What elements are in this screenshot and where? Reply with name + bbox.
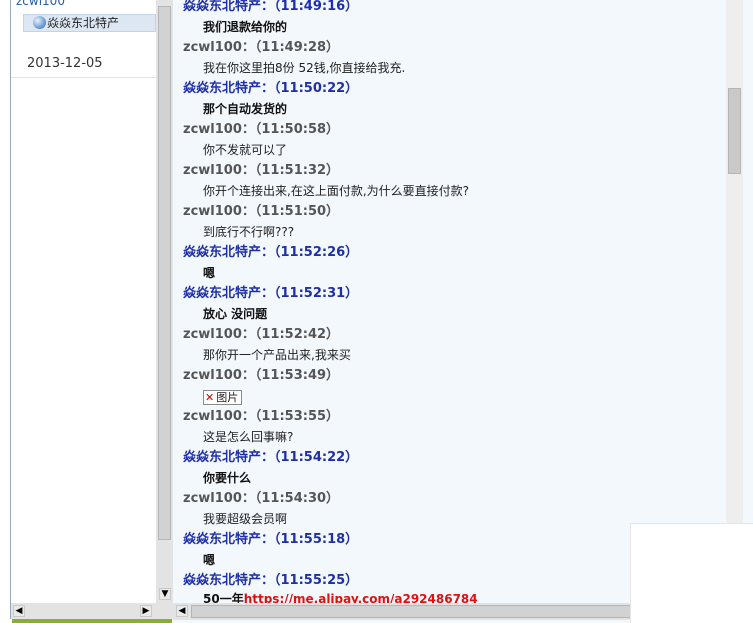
message-time: （11:52:26） <box>274 245 359 260</box>
arrow-left-icon[interactable]: ◀ <box>176 605 188 617</box>
user-avatar-icon <box>33 16 46 29</box>
sender-name: 焱焱东北特产： <box>183 0 275 14</box>
message-time: （11:50:22） <box>274 81 359 96</box>
message-time: （11:50:58） <box>254 122 340 137</box>
contact-item-shop[interactable]: 焱焱东北特产 <box>23 14 156 32</box>
message-header: 焱焱东北特产：（11:50:22） <box>183 81 358 97</box>
message-time: （11:52:31） <box>274 286 359 301</box>
message-time: （11:54:22） <box>274 450 359 465</box>
sender-name: zcwl100： <box>183 163 255 178</box>
message-time: （11:55:25） <box>274 573 359 588</box>
message-header: 焱焱东北特产：（11:52:26） <box>183 245 358 261</box>
sender-name: zcwl100： <box>183 409 255 424</box>
message-text: 到底行不行啊??? <box>203 225 295 239</box>
left-horizontal-scrollbar[interactable]: ◀ ▶ <box>11 603 173 619</box>
message-text: 你要什么 <box>203 471 252 485</box>
message-text: 这是怎么回事嘛? <box>203 430 294 444</box>
message-time: （11:49:28） <box>254 40 340 55</box>
sender-name: 焱焱东北特产： <box>183 81 275 96</box>
message-header: 焱焱东北特产：（11:49:16） <box>183 0 358 15</box>
contact-root-label[interactable]: zcwl100 <box>16 0 65 8</box>
message-text: 我要超级会员啊 <box>203 512 288 526</box>
message-time: （11:55:18） <box>274 532 359 547</box>
message-header: zcwl100：（11:51:32） <box>183 163 339 179</box>
sender-name: zcwl100： <box>183 368 255 383</box>
message-time: （11:53:49） <box>254 368 340 383</box>
sender-name: 焱焱东北特产： <box>183 286 275 301</box>
message-text: 那个自动发货的 <box>203 102 288 116</box>
message-text: 你不发就可以了 <box>203 143 288 157</box>
message-text: 那你开一个产品出来,我来买 <box>203 348 351 362</box>
message-time: （11:51:50） <box>254 204 340 219</box>
contact-item-label: 焱焱东北特产 <box>47 16 120 30</box>
message-header: zcwl100：（11:54:30） <box>183 491 339 507</box>
message-time: （11:54:30） <box>254 491 340 506</box>
payment-link[interactable]: https://me.alipay.com/a292486784 <box>244 592 478 603</box>
message-header: zcwl100：（11:53:49） <box>183 368 339 384</box>
message-text: 嗯 <box>203 553 216 567</box>
arrow-right-icon[interactable]: ▶ <box>140 605 152 617</box>
accent-line <box>12 619 172 623</box>
contact-list: zcwl100 焱焱东北特产 2013-12-05 <box>11 0 156 603</box>
message-header: 焱焱东北特产：（11:52:31） <box>183 286 358 302</box>
corner-panel <box>630 523 753 623</box>
message-header: 焱焱东北特产：（11:54:22） <box>183 450 358 466</box>
sender-name: 焱焱东北特产： <box>183 532 275 547</box>
message-text: 我们退款给你的 <box>203 20 288 34</box>
sender-name: zcwl100： <box>183 491 255 506</box>
sender-name: 焱焱东北特产： <box>183 450 275 465</box>
sender-name: 焱焱东北特产： <box>183 245 275 260</box>
sender-name: zcwl100： <box>183 327 255 342</box>
chat-messages: 焱焱东北特产：（11:49:16） 我们退款给你的 zcwl100：（11:49… <box>173 0 726 603</box>
chat-date-item[interactable]: 2013-12-05 <box>27 56 103 71</box>
message-header: zcwl100：（11:50:58） <box>183 122 339 138</box>
chat-scroll-thumb[interactable] <box>728 88 741 174</box>
message-time: （11:51:32） <box>254 163 340 178</box>
message-text-prefix: 50一年 <box>203 592 244 603</box>
sender-name: 焱焱东北特产： <box>183 573 275 588</box>
message-header: 焱焱东北特产：（11:55:18） <box>183 532 358 548</box>
message-time: （11:53:55） <box>254 409 340 424</box>
sender-name: zcwl100： <box>183 204 255 219</box>
message-text: 嗯 <box>203 266 216 280</box>
chat-vertical-scrollbar[interactable]: ▼ <box>726 0 743 603</box>
message-text: 我在你这里拍8份 52钱,你直接给我充. <box>203 61 406 75</box>
message-time: （11:49:16） <box>274 0 359 14</box>
message-header: zcwl100：（11:51:50） <box>183 204 339 220</box>
left-vertical-scrollbar[interactable]: ▼ <box>156 0 173 603</box>
divider <box>11 77 156 78</box>
message-text: 50一年https://me.alipay.com/a292486784 <box>203 591 478 603</box>
sender-name: zcwl100： <box>183 122 255 137</box>
message-time: （11:52:42） <box>254 327 340 342</box>
message-header: 焱焱东北特产：（11:55:25） <box>183 573 358 589</box>
broken-image-icon: ✕ <box>205 391 215 404</box>
image-label: 图片 <box>216 391 239 404</box>
arrow-down-icon[interactable]: ▼ <box>159 588 171 600</box>
message-header: zcwl100：（11:52:42） <box>183 327 339 343</box>
sender-name: zcwl100： <box>183 40 255 55</box>
contact-panel: zcwl100 焱焱东北特产 2013-12-05 ▼ ◀ ▶ <box>0 0 173 623</box>
arrow-left-icon[interactable]: ◀ <box>13 605 25 617</box>
message-text: 你开个连接出来,在这上面付款,为什么要直接付款? <box>203 184 469 198</box>
left-scroll-thumb[interactable] <box>158 6 171 540</box>
image-placeholder[interactable]: ✕ 图片 <box>203 390 243 405</box>
message-image[interactable]: ✕ 图片 <box>203 389 243 405</box>
message-header: zcwl100：（11:49:28） <box>183 40 339 56</box>
message-text: 放心 没问题 <box>203 307 268 321</box>
message-header: zcwl100：（11:53:55） <box>183 409 339 425</box>
